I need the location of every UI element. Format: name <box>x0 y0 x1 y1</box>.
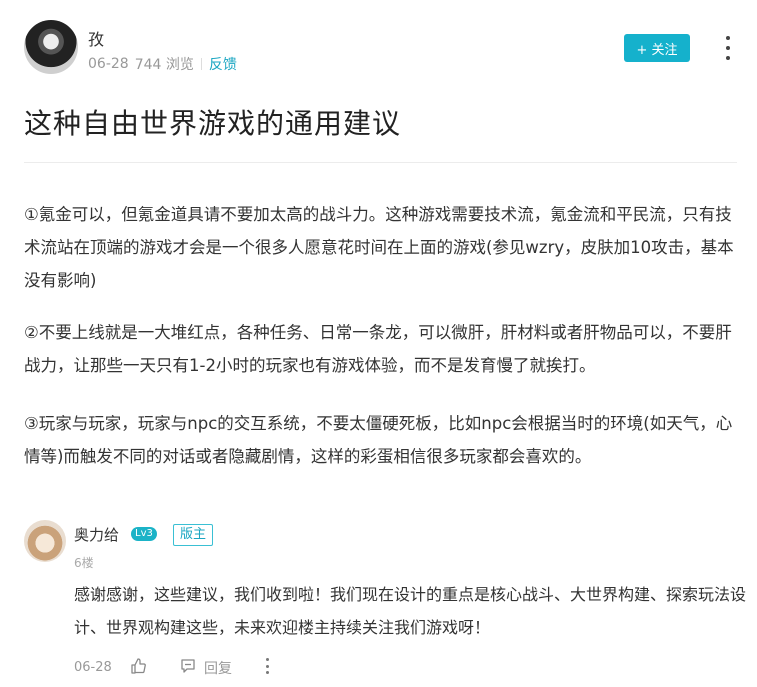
commenter-name[interactable]: 奥力给 <box>74 524 119 545</box>
author-avatar[interactable] <box>24 20 78 74</box>
post-paragraph-3: ③玩家与玩家，玩家与npc的交互系统，不要太僵硬死板，比如npc会根据当时的环境… <box>24 414 733 466</box>
post-more-icon[interactable] <box>718 36 738 60</box>
feedback-link[interactable]: 反馈 <box>209 54 237 74</box>
post-paragraph-1: ①氪金可以，但氪金道具请不要加太高的战斗力。这种游戏需要技术流，氪金流和平民流，… <box>24 205 734 290</box>
reply-button[interactable]: 回复 <box>204 658 232 678</box>
comment-floor: 6楼 <box>74 556 94 570</box>
author-name[interactable]: 孜 <box>88 26 104 50</box>
comment-date: 06-28 <box>74 660 112 675</box>
title-divider <box>24 162 737 163</box>
commenter-avatar[interactable] <box>24 520 66 562</box>
level-badge: Lv3 <box>131 527 157 541</box>
post-date: 06-28 <box>88 56 129 72</box>
post-meta: 06-28 744 浏览 反馈 <box>88 54 237 74</box>
meta-divider <box>200 58 202 70</box>
comment-more-icon[interactable] <box>264 658 270 674</box>
post-title: 这种自由世界游戏的通用建议 <box>24 107 402 140</box>
post-paragraph-2: ②不要上线就是一大堆红点，各种任务、日常一条龙，可以微肝，肝材料或者肝物品可以，… <box>24 323 732 375</box>
follow-button[interactable]: + 关注 <box>624 34 690 62</box>
thumbs-up-icon[interactable] <box>130 658 146 674</box>
view-count: 744 浏览 <box>134 57 194 73</box>
comment-text: 感谢感谢，这些建议，我们收到啦！我们现在设计的重点是核心战斗、大世界构建、探索玩… <box>74 585 747 637</box>
moderator-badge: 版主 <box>173 524 214 546</box>
comment-icon[interactable] <box>180 658 196 674</box>
